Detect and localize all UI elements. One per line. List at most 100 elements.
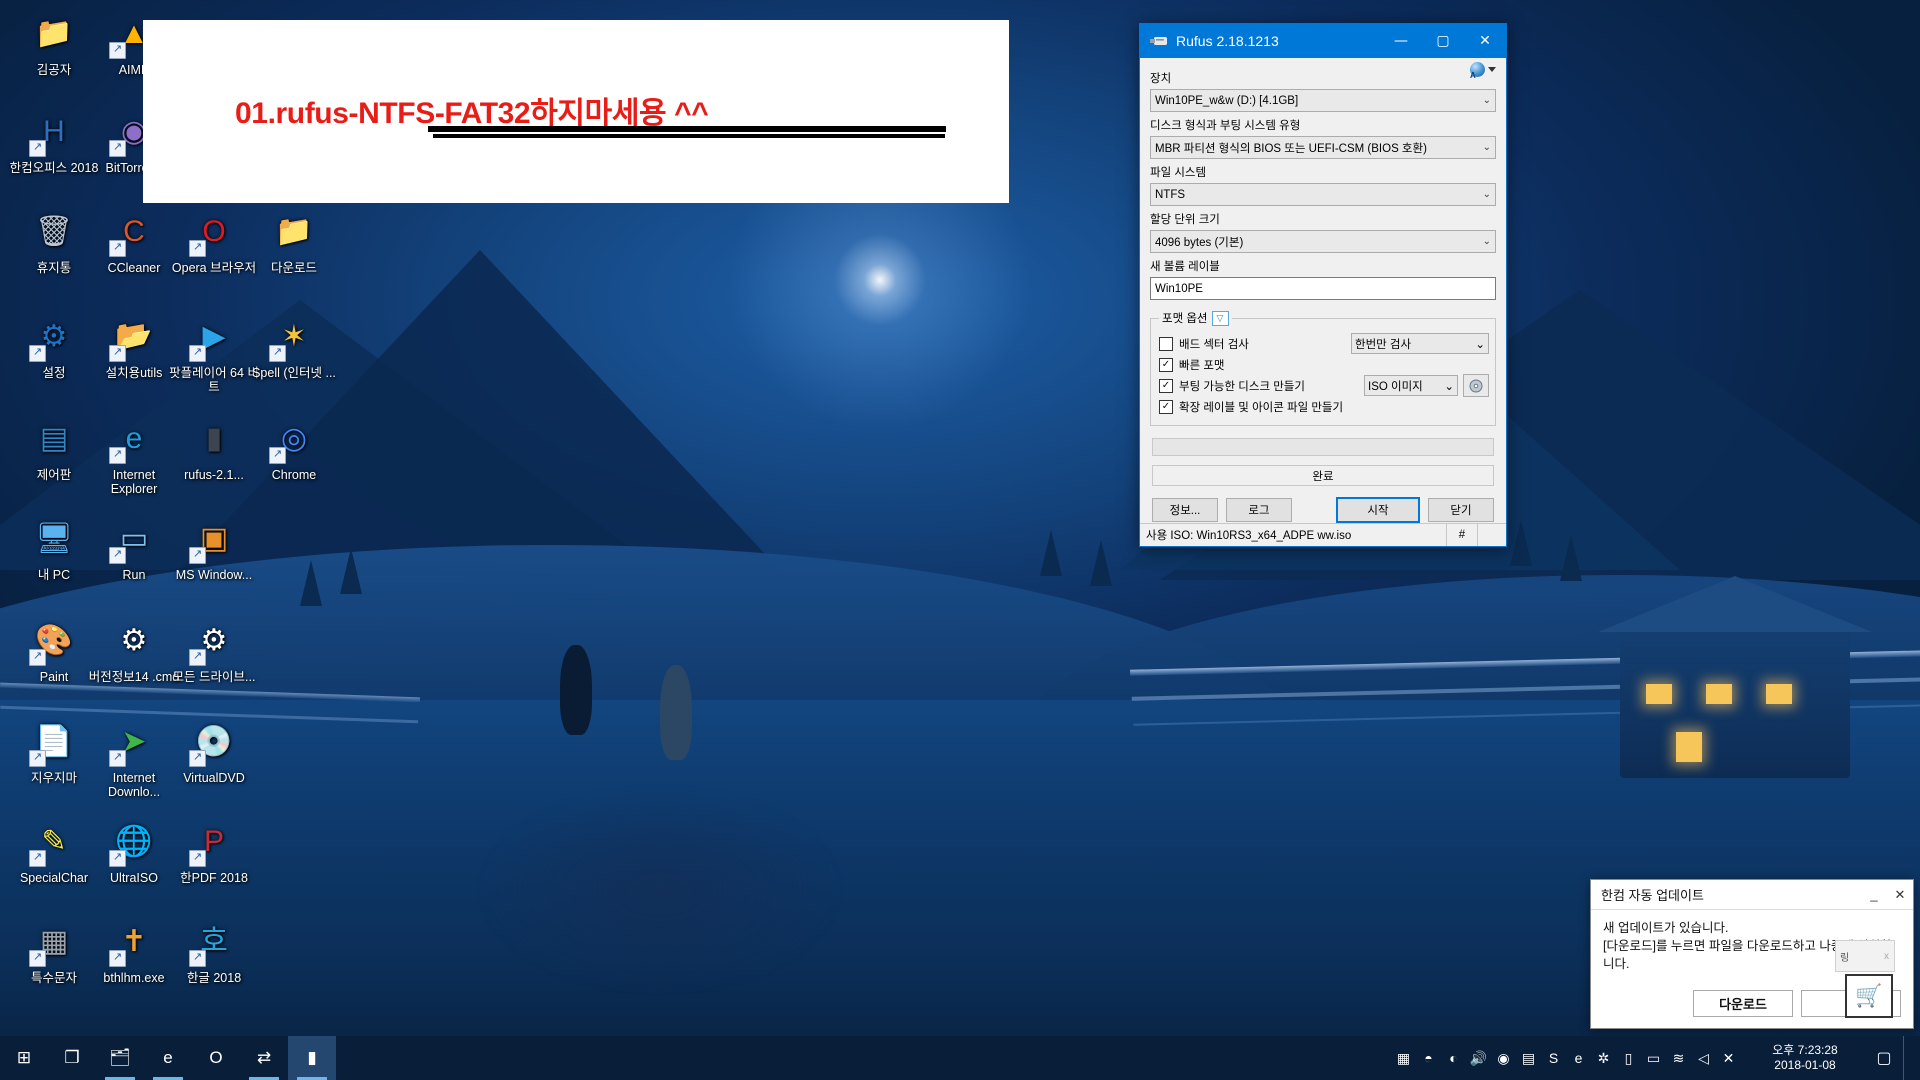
- rufus-icon: ▮: [307, 1048, 317, 1067]
- cabin-window-4: [1676, 732, 1702, 762]
- chevron-down-icon: [1488, 67, 1496, 72]
- tray-icon-9[interactable]: ▯: [1616, 1036, 1641, 1080]
- tray-icon-13[interactable]: ✕: [1716, 1036, 1741, 1080]
- bad-sector-passes-select[interactable]: 한번만 검사 ⌄: [1351, 333, 1489, 354]
- desktop-icon[interactable]: H ↗ 한컴오피스 2018: [8, 108, 100, 176]
- advanced-options-toggle[interactable]: ▽: [1211, 310, 1229, 326]
- tray-popup-overlay[interactable]: 링 x 🛒: [1835, 940, 1895, 1018]
- desktop-icon[interactable]: ⚙ ↗ 설정: [8, 313, 100, 380]
- desktop-icon-label: CCleaner: [107, 261, 161, 275]
- taskbar-start-button[interactable]: ⊞: [0, 1036, 48, 1080]
- desktop-icon[interactable]: ✶ ↗ Spell (인터넷 ...: [248, 313, 340, 381]
- desktop-icon[interactable]: 📁 김공자: [8, 10, 100, 78]
- desktop-icon[interactable]: ▦ ↗ 특수문자: [8, 918, 100, 985]
- desktop-icon[interactable]: P ↗ 한PDF 2018: [168, 818, 260, 886]
- tray-icon-4[interactable]: ◉: [1491, 1036, 1516, 1080]
- tray-icon-7[interactable]: e: [1566, 1036, 1591, 1080]
- rufus-minimize-button[interactable]: —: [1380, 24, 1422, 58]
- shopping-cart-icon[interactable]: 🛒: [1845, 974, 1893, 1018]
- taskbar-converter[interactable]: ⇄: [240, 1036, 288, 1080]
- bootable-disk-checkbox[interactable]: ✓: [1159, 378, 1173, 393]
- rufus-maximize-button[interactable]: ▢: [1422, 24, 1464, 58]
- hancom-download-button[interactable]: 다운로드: [1693, 990, 1793, 1017]
- desktop-icon[interactable]: ◎ ↗ Chrome: [248, 415, 340, 482]
- desktop-icon[interactable]: 🎨 ↗ Paint: [8, 617, 100, 684]
- desktop-icon-label: Run: [122, 568, 146, 582]
- desktop-icon[interactable]: ✝ ↗ bthlhm.exe: [88, 918, 180, 986]
- taskbar-internet-explorer[interactable]: e: [144, 1036, 192, 1080]
- filesystem-select[interactable]: NTFS ⌄: [1150, 183, 1496, 206]
- tray-icon-3[interactable]: 🔊: [1466, 1036, 1491, 1080]
- windows-taskbar[interactable]: ⊞ ❐ 🗂 e O ⇄ ▮ ▦ ◓ ◐ 🔊 ◉ ▤ Se ✲ ▯ ▭ ≋ ◁ ✕ 오후 7:23:28 2018-0…: [0, 1036, 1920, 1080]
- desktop-icon[interactable]: 🌐 ↗ UltraISO: [88, 818, 180, 885]
- taskbar-opera[interactable]: O: [192, 1036, 240, 1080]
- language-selector[interactable]: [1470, 62, 1496, 80]
- shortcut-arrow-icon: ↗: [109, 850, 126, 867]
- about-button[interactable]: 정보...: [1152, 498, 1218, 522]
- desktop-icon[interactable]: O ↗ Opera 브라우저: [168, 208, 260, 276]
- desktop-icon[interactable]: ▣ ↗ MS Window...: [168, 515, 260, 583]
- tray-icon-6[interactable]: S: [1541, 1036, 1566, 1080]
- taskbar-file-explorer[interactable]: 🗂: [96, 1036, 144, 1080]
- rufus-close-button[interactable]: ✕: [1464, 24, 1506, 58]
- tray-icon-0[interactable]: ▦: [1391, 1036, 1416, 1080]
- wallpaper-tree-1: [300, 560, 322, 606]
- volume-label-input[interactable]: Win10PE: [1150, 277, 1496, 300]
- browse-iso-button[interactable]: [1463, 374, 1489, 397]
- desktop-icon-glyph: ▶ ↗: [189, 313, 238, 362]
- tray-icon-1[interactable]: ◓: [1416, 1036, 1441, 1080]
- desktop-icon[interactable]: ▶ ↗ 팟플레이어 64 비트: [168, 313, 260, 395]
- clock-time: 오후 7:23:28: [1772, 1043, 1838, 1057]
- desktop-icon[interactable]: 💿 ↗ VirtualDVD: [168, 718, 260, 786]
- shortcut-arrow-icon: ↗: [29, 140, 46, 157]
- hancom-title-bar[interactable]: 한컴 자동 업데이트 _ ✕: [1591, 880, 1913, 910]
- boot-type-select[interactable]: ISO 이미지 ⌄: [1364, 375, 1458, 396]
- desktop-icon[interactable]: ▤ 제어판: [8, 415, 100, 483]
- desktop-icon-glyph: ⚙: [120, 624, 148, 657]
- hancom-close-button[interactable]: ✕: [1887, 887, 1913, 903]
- action-center-button[interactable]: ▢: [1865, 1036, 1903, 1080]
- cluster-size-select[interactable]: 4096 bytes (기본) ⌄: [1150, 230, 1496, 253]
- log-button[interactable]: 로그: [1226, 498, 1292, 522]
- extended-label-checkbox[interactable]: ✓: [1159, 399, 1173, 414]
- bad-sector-checkbox[interactable]: [1159, 336, 1173, 351]
- status-hash-button[interactable]: #: [1447, 529, 1477, 541]
- taskbar-clock[interactable]: 오후 7:23:28 2018-01-08: [1745, 1043, 1865, 1073]
- tray-icon-10[interactable]: ▭: [1641, 1036, 1666, 1080]
- rufus-window[interactable]: Rufus 2.18.1213 — ▢ ✕ 장치 Win10PE_w&w (D:…: [1139, 23, 1507, 547]
- desktop-icon[interactable]: 📂 ↗ 설치용utils: [88, 313, 180, 381]
- desktop-icon[interactable]: 호 ↗ 한글 2018: [168, 918, 260, 986]
- taskbar-task-view[interactable]: ❐: [48, 1036, 96, 1080]
- device-select[interactable]: Win10PE_w&w (D:) [4.1GB] ⌄: [1150, 89, 1496, 112]
- desktop-icon[interactable]: 🖥 내 PC: [8, 515, 100, 583]
- desktop-icon[interactable]: 📁 다운로드: [248, 208, 340, 276]
- desktop-icon[interactable]: ▮ rufus-2.1...: [168, 415, 260, 483]
- desktop-icon[interactable]: e ↗ Internet Explorer: [88, 415, 180, 496]
- partition-scheme-select[interactable]: MBR 파티션 형식의 BIOS 또는 UEFI-CSM (BIOS 호환) ⌄: [1150, 136, 1496, 159]
- taskbar-rufus[interactable]: ▮: [288, 1036, 336, 1080]
- rufus-title-bar[interactable]: Rufus 2.18.1213 — ▢ ✕: [1140, 24, 1506, 58]
- close-button[interactable]: 닫기: [1428, 498, 1494, 522]
- rufus-body: 장치 Win10PE_w&w (D:) [4.1GB] ⌄ 디스크 형식과 부팅…: [1140, 58, 1506, 523]
- tray-icon-8[interactable]: ✲: [1591, 1036, 1616, 1080]
- desktop-icon[interactable]: C ↗ CCleaner: [88, 208, 180, 276]
- tray-icon-2[interactable]: ◐: [1441, 1036, 1466, 1080]
- tray-icon-12[interactable]: ◁: [1691, 1036, 1716, 1080]
- show-desktop-button[interactable]: [1903, 1036, 1920, 1080]
- tray-icon-5[interactable]: ▤: [1516, 1036, 1541, 1080]
- desktop-icon[interactable]: ▭ ↗ Run: [88, 515, 180, 582]
- converter-icon: ⇄: [256, 1048, 272, 1067]
- desktop-icon[interactable]: 📄 ↗ 지우지마: [8, 718, 100, 785]
- hancom-minimize-button[interactable]: _: [1861, 887, 1887, 902]
- desktop-icon[interactable]: ✎ ↗ SpecialChar: [8, 818, 100, 886]
- desktop-icon[interactable]: ➤ ↗ Internet Downlo...: [88, 718, 180, 800]
- tray-popup-close[interactable]: x: [1849, 951, 1894, 962]
- quick-format-checkbox[interactable]: ✓: [1159, 357, 1173, 372]
- hancom-update-dialog[interactable]: 한컴 자동 업데이트 _ ✕ 새 업데이트가 있습니다. [다운로드]를 누르면…: [1590, 879, 1914, 1029]
- usb-drive-icon: [1146, 28, 1172, 54]
- start-button[interactable]: 시작: [1336, 497, 1420, 523]
- tray-icon-11[interactable]: ≋: [1666, 1036, 1691, 1080]
- desktop-icon[interactable]: ⚙ 버전정보14 .cmd: [88, 617, 180, 685]
- desktop-icon[interactable]: ⚙ ↗ 모든 드라이브...: [168, 617, 260, 685]
- desktop-icon[interactable]: 🗑 휴지통: [8, 208, 100, 276]
